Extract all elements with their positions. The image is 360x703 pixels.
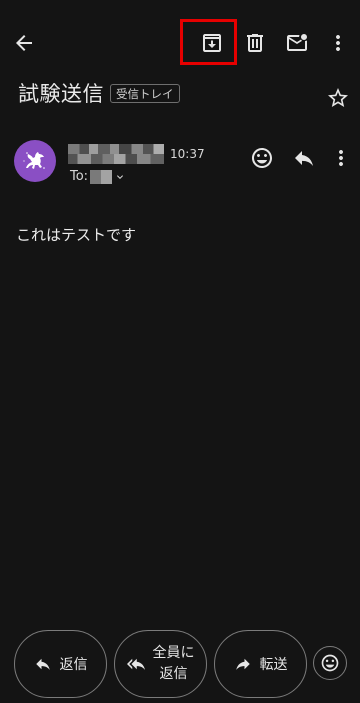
archive-button[interactable] (192, 23, 232, 63)
more-vert-icon (336, 35, 340, 51)
message-time: 10:37 (170, 147, 205, 161)
pegasus-avatar-icon (23, 152, 45, 169)
reply-button[interactable]: 返信 (14, 630, 107, 698)
top-app-bar (0, 0, 360, 86)
email-body: これはテストです (16, 226, 137, 244)
forward-button[interactable]: 転送 (214, 630, 307, 698)
reply-all-label-line1: 全員に (152, 645, 195, 661)
smiley-icon (321, 654, 339, 672)
more-options-button[interactable] (318, 23, 358, 63)
star-button[interactable] (318, 78, 358, 118)
subject-row: 試験送信 受信トレイ (18, 76, 360, 110)
email-subject: 試験送信 (18, 82, 104, 106)
reply-icon (295, 151, 313, 166)
back-button[interactable] (4, 23, 44, 63)
star-outline-icon (328, 88, 348, 107)
sender-avatar[interactable] (14, 140, 56, 182)
sender-name-redacted (68, 144, 164, 164)
sender-row: 10:37 To: (0, 140, 360, 190)
chevron-down-icon (117, 174, 124, 179)
reply-all-icon (126, 658, 145, 670)
delete-button[interactable] (235, 23, 275, 63)
arrow-back-icon (16, 35, 32, 51)
inbox-label-chip[interactable]: 受信トレイ (110, 83, 180, 103)
recipient-row[interactable]: To: (70, 169, 126, 184)
forward-label: 転送 (259, 657, 288, 673)
reply-label: 返信 (59, 657, 88, 673)
add-reaction-button[interactable] (242, 138, 282, 178)
reply-all-label-line2: 返信 (159, 666, 188, 682)
archive-icon (203, 34, 221, 52)
message-more-button[interactable] (321, 138, 360, 178)
reply-icon (35, 658, 50, 670)
more-vert-icon (339, 150, 343, 166)
expand-details-toggle[interactable] (114, 171, 126, 183)
forward-icon (235, 658, 250, 670)
reply-all-button[interactable]: 全員に 返信 (114, 630, 207, 698)
bottom-action-bar: 返信 全員に 返信 転送 (0, 630, 360, 700)
recipient-redacted (90, 169, 113, 184)
mail-unread-icon (287, 34, 307, 51)
to-label: To: (70, 169, 89, 184)
smiley-icon (252, 148, 272, 168)
reply-icon-button[interactable] (284, 138, 324, 178)
emoji-reaction-button[interactable] (313, 646, 347, 680)
mark-unread-button[interactable] (277, 23, 317, 63)
trash-icon (247, 34, 263, 52)
